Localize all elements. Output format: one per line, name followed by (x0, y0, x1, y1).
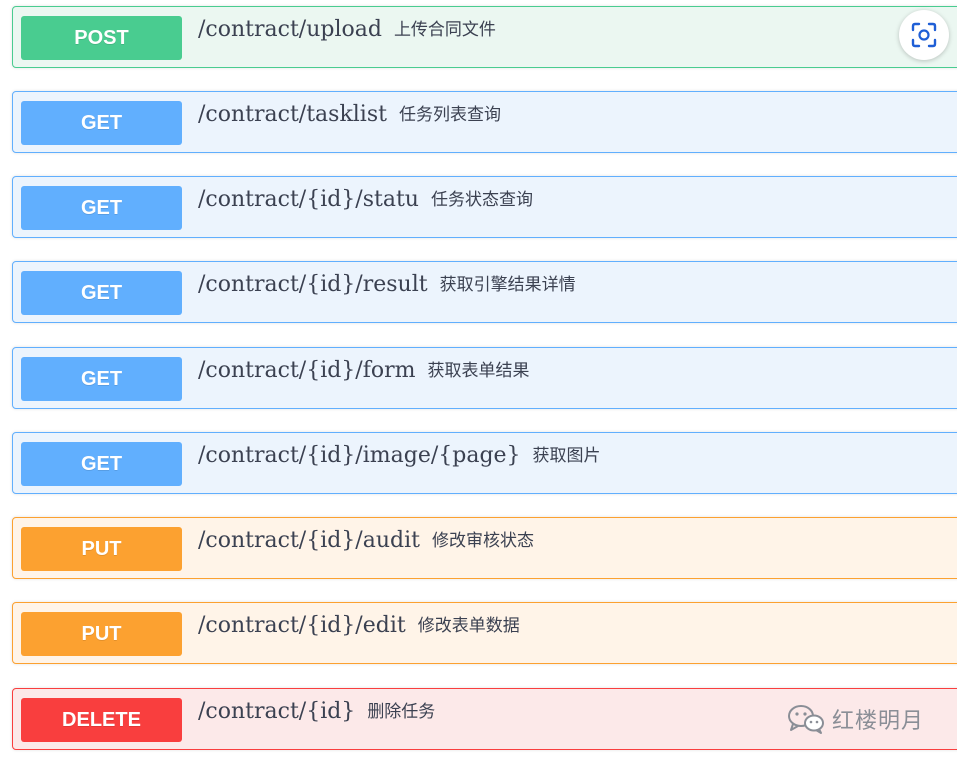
operation-path: /contract/{id}/form 获取表单结果 (198, 348, 530, 408)
operation-summary: 获取表单结果 (427, 361, 530, 381)
operation-path: /contract/{id}/statu 任务状态查询 (198, 177, 533, 237)
wechat-icon (788, 705, 824, 734)
operation-get-contract-form[interactable]: GET /contract/{id}/form 获取表单结果 (12, 347, 957, 409)
path-text: /contract/{id}/form (198, 358, 416, 383)
operation-get-contract-statu[interactable]: GET /contract/{id}/statu 任务状态查询 (12, 176, 957, 238)
operation-post-contract-upload[interactable]: POST /contract/upload 上传合同文件 (12, 6, 957, 68)
method-badge: GET (21, 101, 182, 145)
operation-get-contract-tasklist[interactable]: GET /contract/tasklist 任务列表查询 (12, 91, 957, 153)
operation-put-contract-audit[interactable]: PUT /contract/{id}/audit 修改审核状态 (12, 517, 957, 579)
method-badge: POST (21, 16, 182, 60)
path-text: /contract/{id}/edit (198, 613, 406, 638)
operation-get-contract-image[interactable]: GET /contract/{id}/image/{page} 获取图片 (12, 432, 957, 494)
operation-summary: 任务列表查询 (398, 105, 501, 125)
operation-summary: 任务状态查询 (430, 190, 533, 210)
path-text: /contract/upload (198, 17, 382, 42)
path-text: /contract/{id}/image/{page} (198, 443, 521, 468)
operations-list: POST /contract/upload 上传合同文件 GET /contrac… (0, 0, 957, 759)
path-text: /contract/{id}/audit (198, 528, 420, 553)
wechat-watermark: 红楼明月 (786, 702, 924, 736)
operation-summary: 修改审核状态 (431, 531, 534, 551)
method-badge: PUT (21, 612, 182, 656)
operation-summary: 修改表单数据 (417, 616, 520, 636)
path-text: /contract/{id}/statu (198, 187, 419, 212)
operation-path: /contract/{id} 删除任务 (198, 689, 435, 749)
path-text: /contract/tasklist (198, 102, 387, 127)
path-text: /contract/{id}/result (198, 272, 428, 297)
method-badge: PUT (21, 527, 182, 571)
operation-path: /contract/{id}/result 获取引擎结果详情 (198, 262, 576, 322)
path-text: /contract/{id} (198, 699, 356, 724)
method-badge: GET (21, 186, 182, 230)
method-badge: DELETE (21, 698, 182, 742)
operation-path: /contract/tasklist 任务列表查询 (198, 92, 501, 152)
operation-path: /contract/{id}/image/{page} 获取图片 (198, 433, 601, 493)
method-badge: GET (21, 271, 182, 315)
operation-path: /contract/{id}/audit 修改审核状态 (198, 518, 534, 578)
operation-put-contract-edit[interactable]: PUT /contract/{id}/edit 修改表单数据 (12, 602, 957, 664)
operation-summary: 删除任务 (367, 702, 436, 722)
scan-button[interactable] (899, 10, 949, 60)
method-badge: GET (21, 442, 182, 486)
scan-icon (911, 22, 937, 48)
operation-summary: 获取引擎结果详情 (439, 275, 576, 295)
operation-path: /contract/{id}/edit 修改表单数据 (198, 603, 520, 663)
method-badge: GET (21, 357, 182, 401)
watermark-text: 红楼明月 (832, 709, 925, 734)
operation-summary: 上传合同文件 (393, 20, 496, 40)
operation-summary: 获取图片 (532, 446, 601, 466)
operation-path: /contract/upload 上传合同文件 (198, 7, 496, 67)
operation-get-contract-result[interactable]: GET /contract/{id}/result 获取引擎结果详情 (12, 261, 957, 323)
